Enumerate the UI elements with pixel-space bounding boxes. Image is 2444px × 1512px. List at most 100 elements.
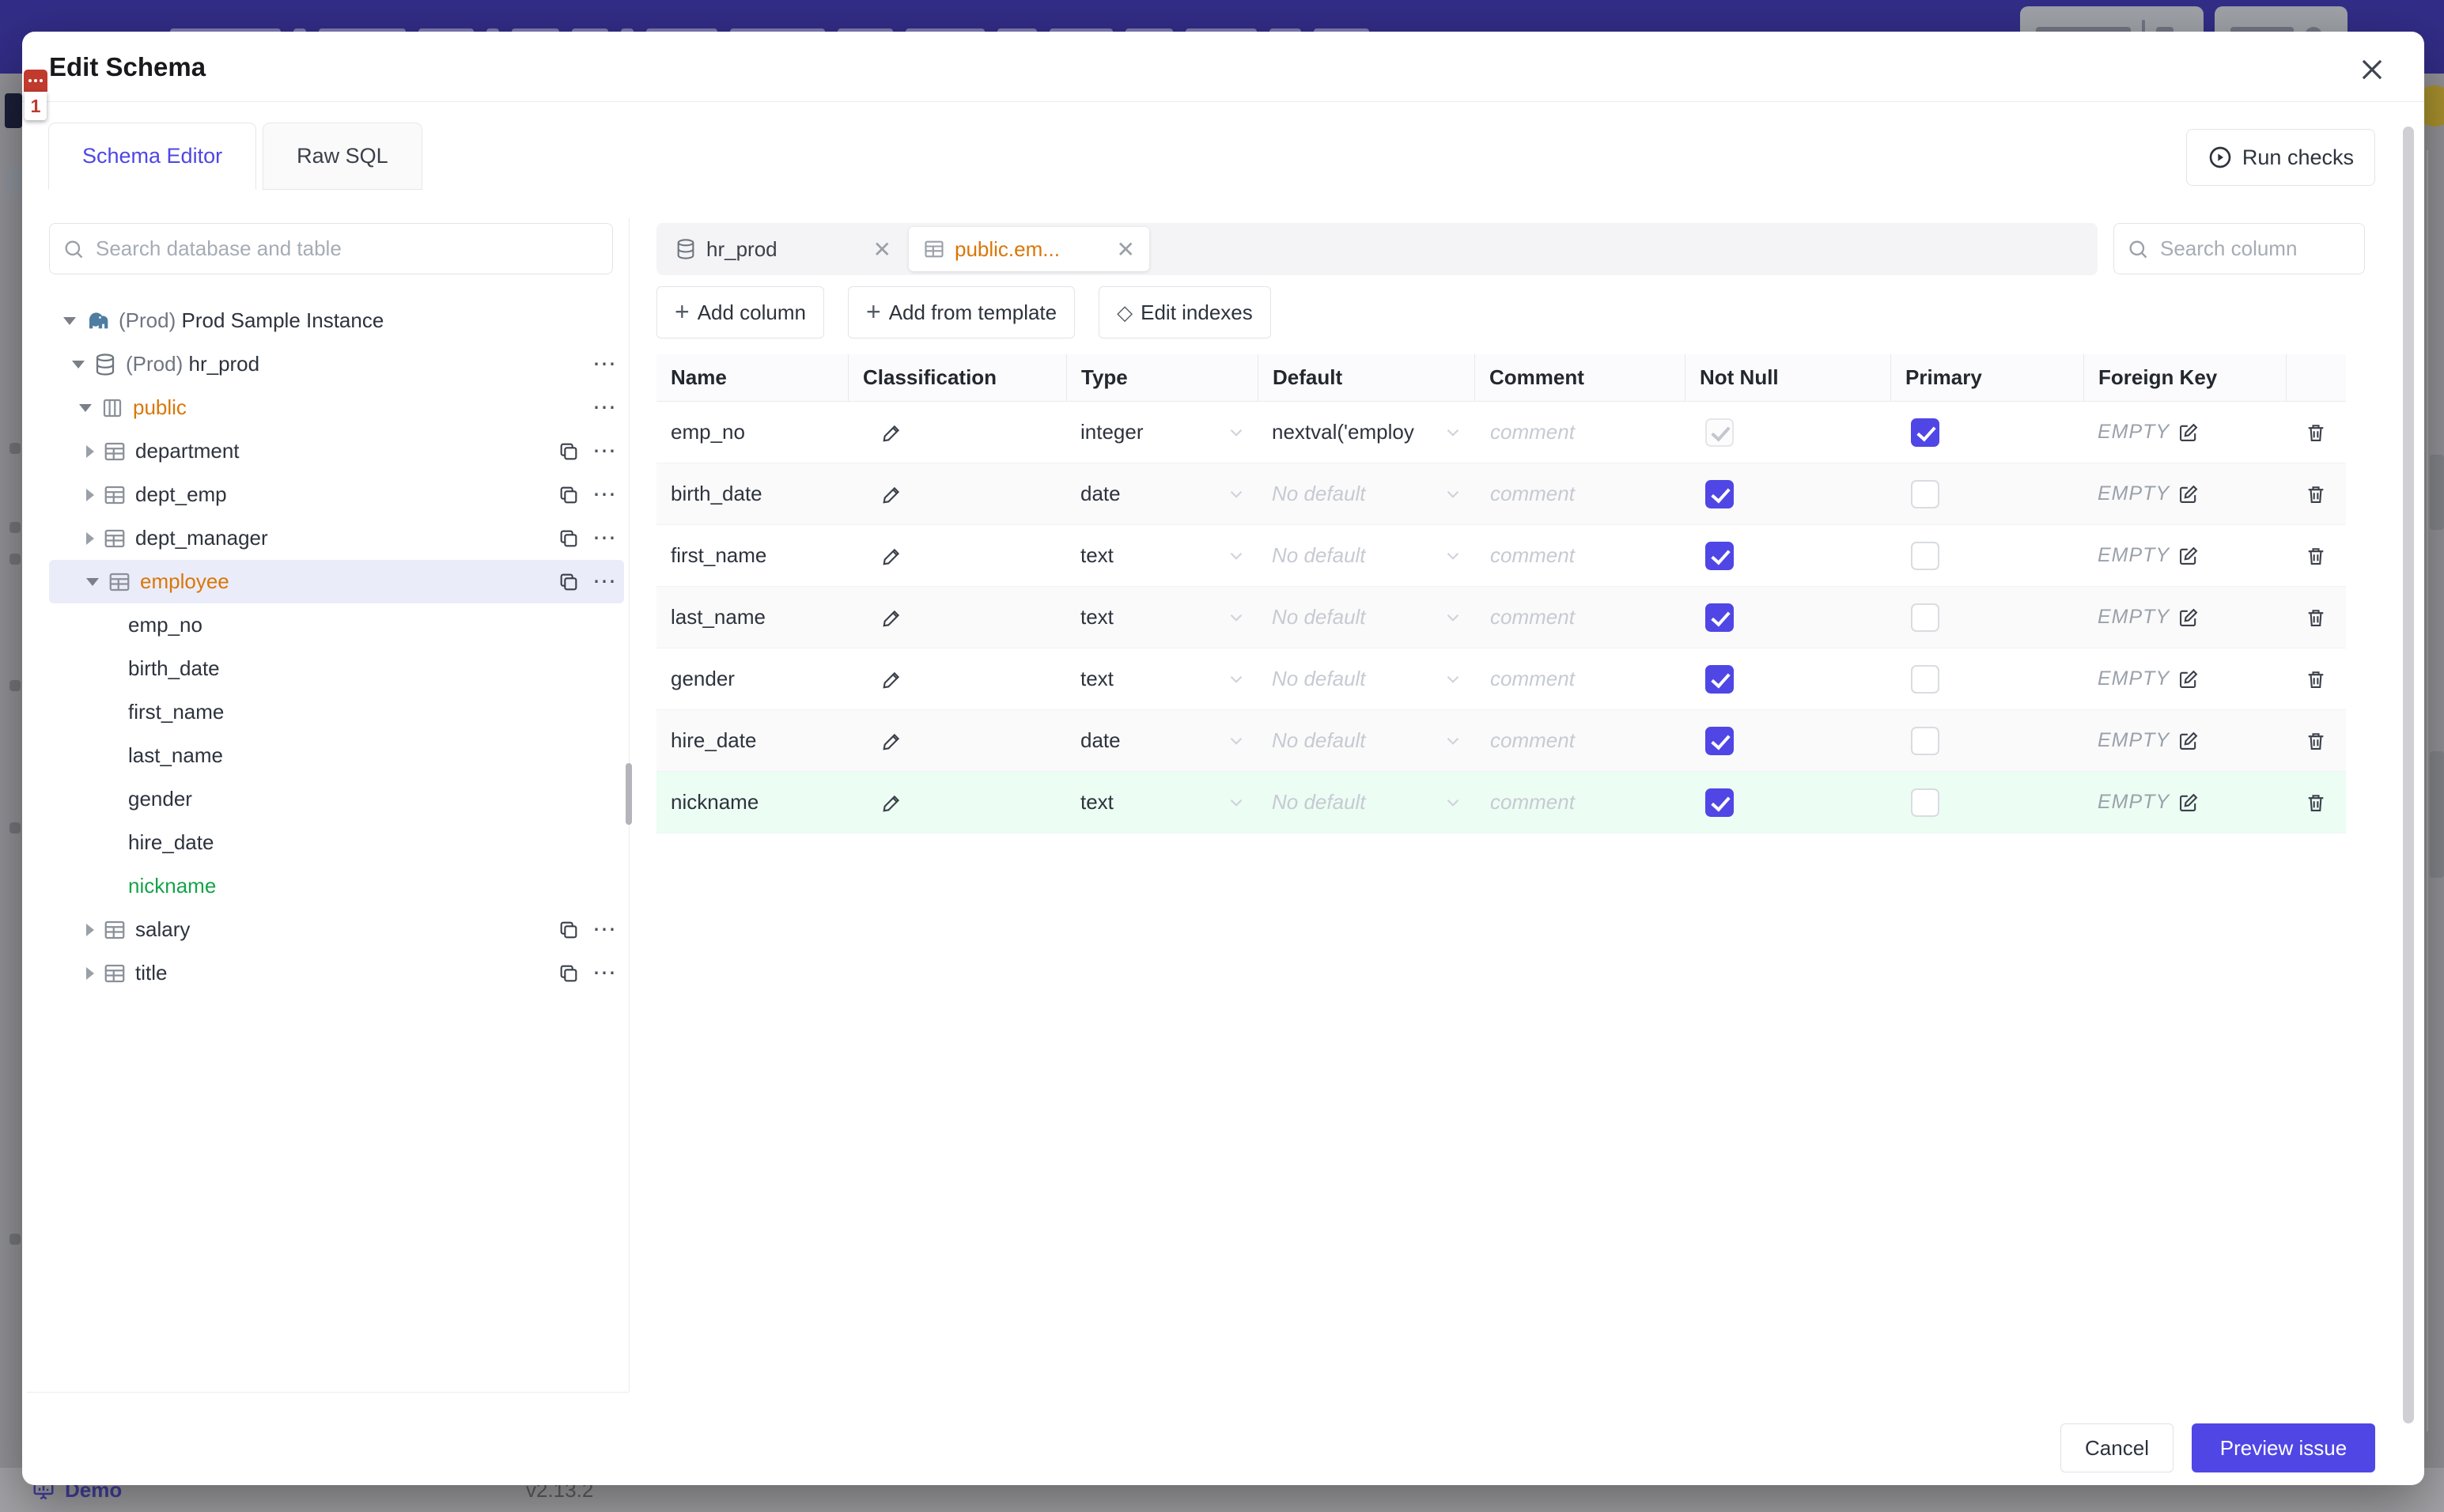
default-select[interactable]: No default	[1258, 587, 1474, 648]
edit-icon[interactable]	[2177, 607, 2200, 629]
primary-checkbox[interactable]	[1911, 788, 1939, 817]
sidebar-scrollbar[interactable]	[626, 763, 632, 825]
chevron-down-icon[interactable]	[86, 577, 99, 586]
more-actions-icon[interactable]: ⋯	[592, 482, 618, 507]
column-search-input[interactable]	[2158, 236, 2427, 262]
not-null-checkbox[interactable]	[1705, 664, 1734, 694]
column-name[interactable]: gender	[671, 667, 735, 691]
edit-icon[interactable]	[2177, 483, 2200, 505]
dialog-scrollbar[interactable]	[2403, 127, 2414, 1423]
trash-icon[interactable]	[2305, 421, 2327, 444]
default-select[interactable]: nextval('employ	[1258, 402, 1474, 463]
trash-icon[interactable]	[2305, 545, 2327, 567]
close-icon[interactable]	[2351, 49, 2393, 90]
chevron-down-icon[interactable]	[63, 316, 76, 325]
not-null-checkbox[interactable]	[1705, 788, 1734, 817]
tree-item-table[interactable]: title ⋯	[49, 951, 624, 995]
more-actions-icon[interactable]: ⋯	[592, 569, 618, 594]
type-select[interactable]: text	[1066, 648, 1258, 709]
not-null-checkbox[interactable]	[1705, 603, 1734, 632]
close-tab-icon[interactable]: ✕	[1117, 236, 1135, 263]
column-name[interactable]: last_name	[671, 605, 766, 629]
copy-icon[interactable]	[558, 962, 580, 985]
tree-item-column[interactable]: first_name	[49, 690, 624, 734]
pencil-icon[interactable]	[881, 730, 903, 752]
column-search[interactable]	[2113, 223, 2427, 274]
tree-item-column[interactable]: hire_date	[49, 821, 624, 864]
primary-checkbox[interactable]	[1911, 664, 1939, 694]
type-select[interactable]: text	[1066, 587, 1258, 648]
run-checks-button[interactable]: Run checks	[2185, 129, 2375, 186]
tab-raw-sql[interactable]: Raw SQL	[263, 123, 422, 190]
chevron-down-icon[interactable]	[79, 403, 92, 412]
comment-input[interactable]	[1489, 481, 1666, 507]
more-actions-icon[interactable]: ⋯	[592, 352, 618, 376]
add-from-template-button[interactable]: + Add from template	[848, 286, 1076, 338]
comment-input[interactable]	[1489, 666, 1666, 692]
edit-indexes-button[interactable]: ◇ Edit indexes	[1099, 286, 1271, 338]
pencil-icon[interactable]	[881, 483, 903, 505]
chevron-right-icon[interactable]	[86, 488, 94, 501]
default-select[interactable]: No default	[1258, 772, 1474, 833]
editor-tab-database[interactable]: hr_prod ✕	[660, 227, 906, 271]
tree-item-table[interactable]: dept_emp ⋯	[49, 473, 624, 516]
add-column-button[interactable]: + Add column	[656, 286, 824, 338]
trash-icon[interactable]	[2305, 792, 2327, 814]
tree-item-table[interactable]: department ⋯	[49, 429, 624, 473]
chevron-down-icon[interactable]	[72, 360, 85, 369]
tree-item-column-created[interactable]: nickname	[49, 864, 624, 908]
edit-icon[interactable]	[2177, 730, 2200, 752]
tree-item-database[interactable]: (Prod) hr_prod ⋯	[49, 342, 624, 386]
default-select[interactable]: No default	[1258, 463, 1474, 524]
type-select[interactable]: date	[1066, 463, 1258, 524]
tab-schema-editor[interactable]: Schema Editor	[48, 123, 257, 190]
tree-item-column[interactable]: emp_no	[49, 603, 624, 647]
trash-icon[interactable]	[2305, 730, 2327, 752]
database-search[interactable]	[49, 223, 613, 274]
tree-item-table[interactable]: dept_manager ⋯	[49, 516, 624, 560]
trash-icon[interactable]	[2305, 668, 2327, 690]
more-actions-icon[interactable]: ⋯	[592, 526, 618, 550]
trash-icon[interactable]	[2305, 483, 2327, 505]
tree-item-column[interactable]: gender	[49, 777, 624, 821]
default-select[interactable]: No default	[1258, 525, 1474, 586]
primary-checkbox[interactable]	[1911, 726, 1939, 755]
trash-icon[interactable]	[2305, 607, 2327, 629]
tree-item-instance[interactable]: (Prod) Prod Sample Instance	[49, 299, 624, 342]
copy-icon[interactable]	[558, 919, 580, 941]
more-actions-icon[interactable]: ⋯	[592, 917, 618, 942]
preview-issue-button[interactable]: Preview issue	[2192, 1423, 2375, 1472]
tree-item-column[interactable]: last_name	[49, 734, 624, 777]
copy-icon[interactable]	[558, 440, 580, 463]
edit-icon[interactable]	[2177, 792, 2200, 814]
column-name[interactable]: birth_date	[671, 482, 762, 506]
type-select[interactable]: date	[1066, 710, 1258, 771]
tree-item-table-selected[interactable]: employee ⋯	[49, 560, 624, 603]
cancel-button[interactable]: Cancel	[2060, 1423, 2173, 1472]
default-select[interactable]: No default	[1258, 648, 1474, 709]
primary-checkbox[interactable]	[1911, 418, 1939, 447]
database-search-input[interactable]	[94, 236, 600, 262]
edit-icon[interactable]	[2177, 421, 2200, 444]
tree-item-table[interactable]: salary ⋯	[49, 908, 624, 951]
more-actions-icon[interactable]: ⋯	[592, 395, 618, 420]
chevron-right-icon[interactable]	[86, 923, 94, 936]
type-select[interactable]: integer	[1066, 402, 1258, 463]
edit-icon[interactable]	[2177, 668, 2200, 690]
comment-input[interactable]	[1489, 419, 1666, 445]
primary-checkbox[interactable]	[1911, 541, 1939, 570]
more-actions-icon[interactable]: ⋯	[592, 961, 618, 985]
comment-input[interactable]	[1489, 604, 1666, 630]
copy-icon[interactable]	[558, 527, 580, 550]
pencil-icon[interactable]	[881, 421, 903, 444]
chevron-right-icon[interactable]	[86, 966, 94, 980]
pencil-icon[interactable]	[881, 607, 903, 629]
comment-input[interactable]	[1489, 789, 1666, 815]
copy-icon[interactable]	[558, 484, 580, 506]
more-actions-icon[interactable]: ⋯	[592, 439, 618, 463]
edit-icon[interactable]	[2177, 545, 2200, 567]
tree-item-schema[interactable]: public ⋯	[49, 386, 624, 429]
pencil-icon[interactable]	[881, 792, 903, 814]
column-name[interactable]: nickname	[671, 790, 759, 815]
not-null-checkbox[interactable]	[1705, 418, 1734, 447]
